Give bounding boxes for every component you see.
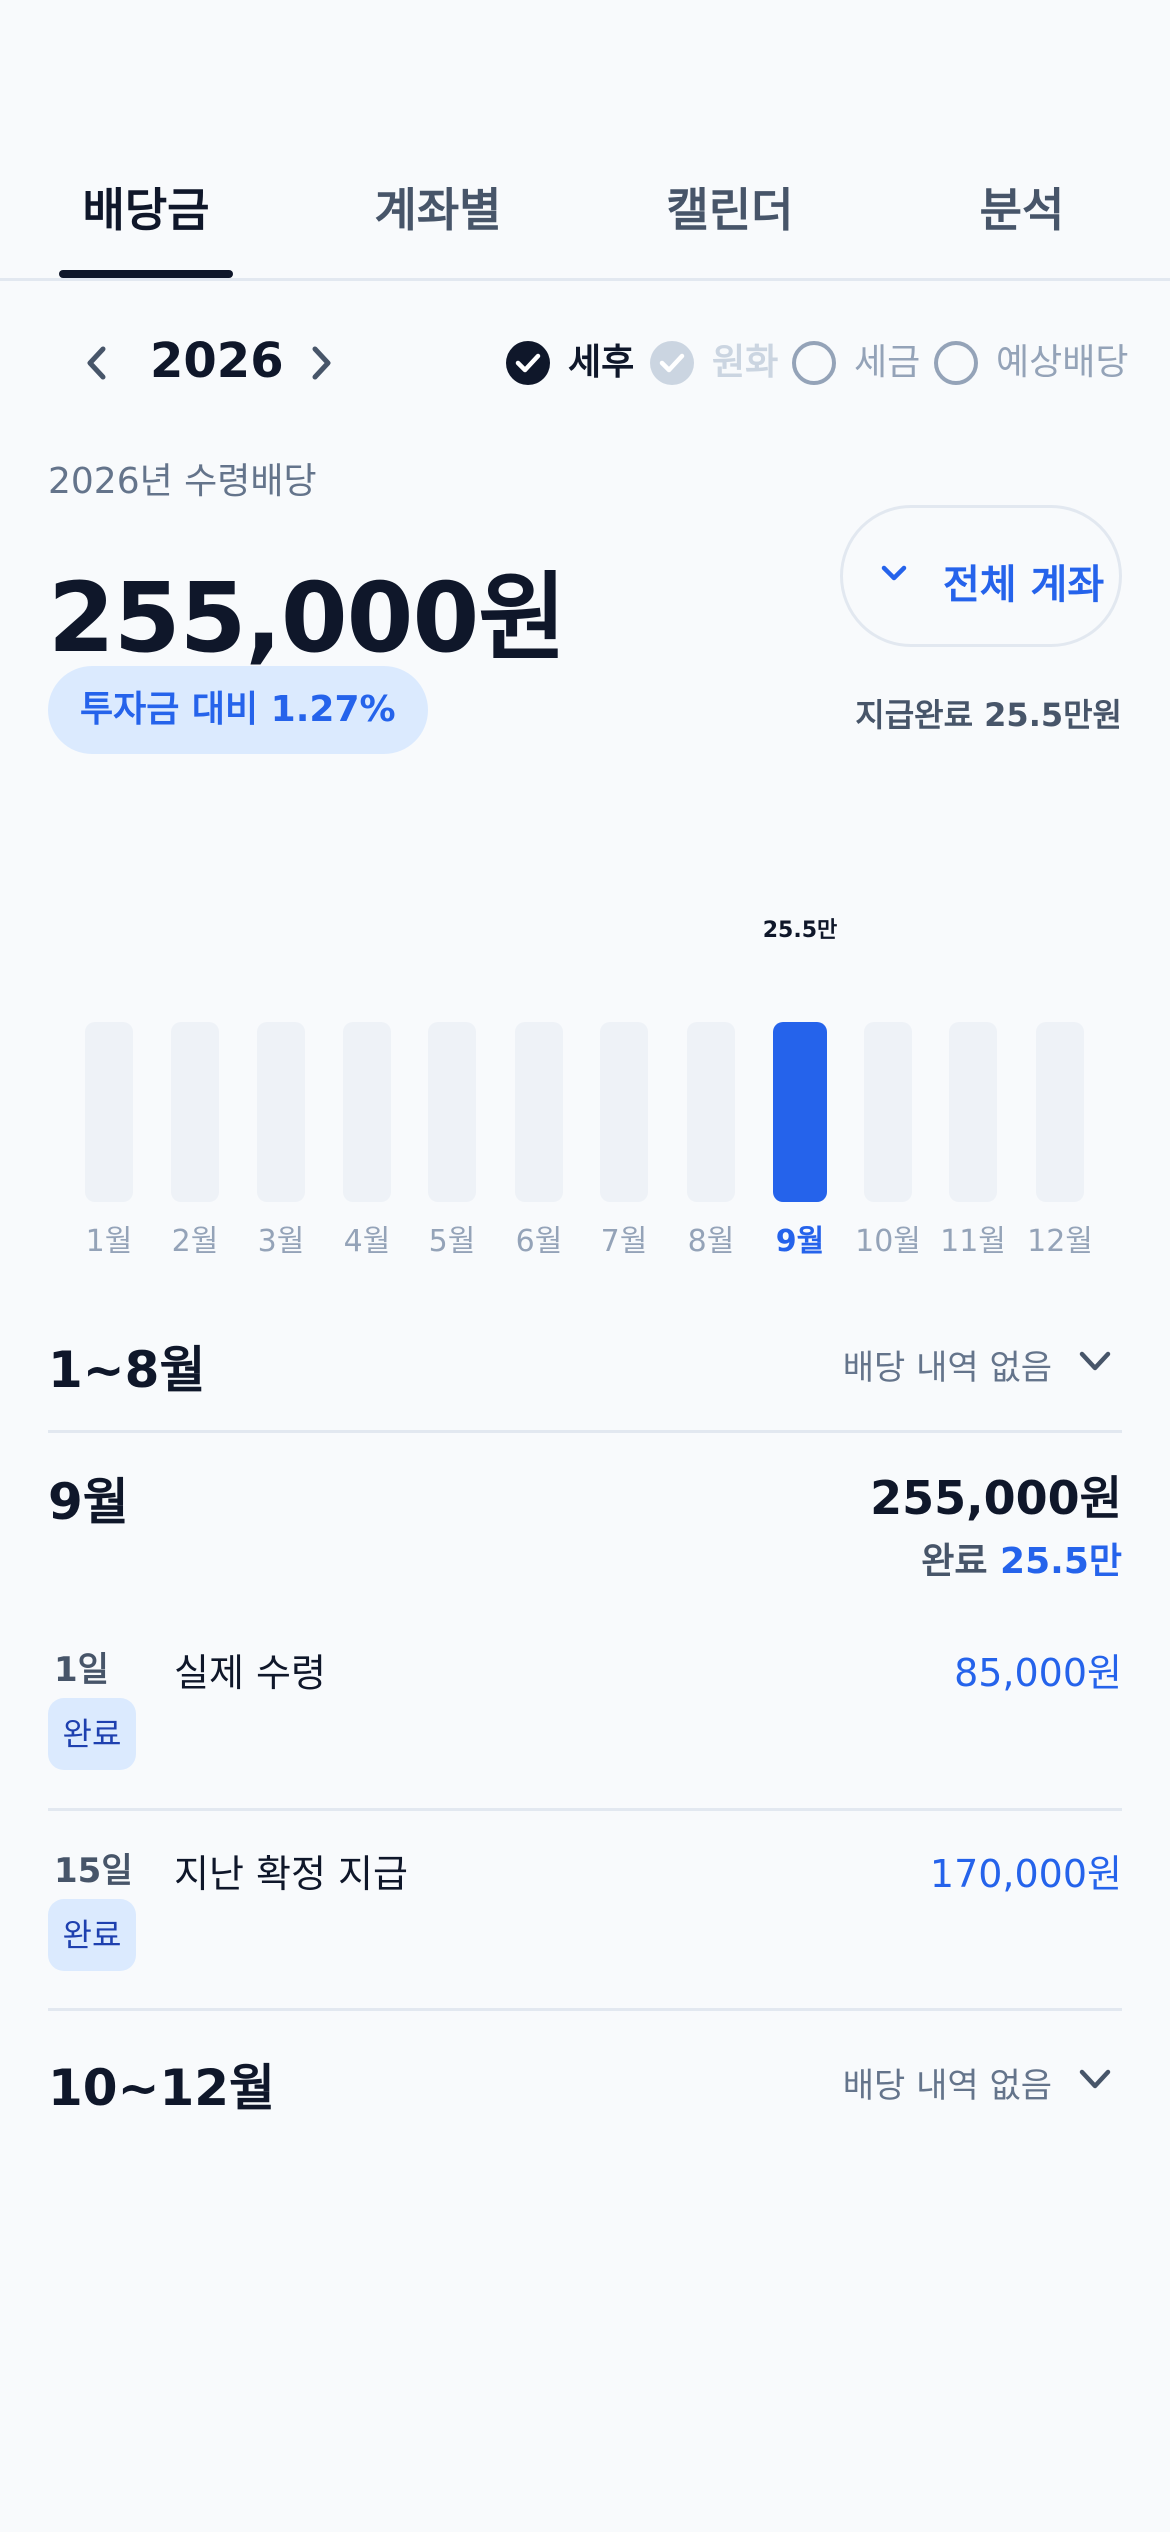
check-circle-icon — [650, 341, 694, 385]
complete-value: 25.5만 — [1000, 1541, 1122, 1582]
chart-month-label-2: 2월 — [171, 1224, 219, 1259]
total-dividend-amount: 255,000원 — [48, 562, 567, 674]
chart-month-label-5: 5월 — [428, 1224, 476, 1259]
chart-bar-11[interactable] — [949, 1022, 997, 1202]
paid-complete-text: 지급완료 25.5만원 — [855, 696, 1122, 734]
divider — [48, 2008, 1122, 2011]
investment-ratio-badge: 투자금 대비 1.27% — [48, 666, 428, 754]
empty-circle-icon — [934, 341, 978, 385]
chart-month-label-6: 6월 — [515, 1224, 563, 1259]
entry-day: 1일 — [54, 1650, 109, 1690]
received-dividend-label: 2026년 수령배당 — [48, 461, 317, 502]
year-label: 2026 — [150, 333, 284, 389]
no-dividend-text: 배당 내역 없음 — [842, 2066, 1052, 2106]
chart-month-label-7: 7월 — [600, 1224, 648, 1259]
dividend-page: 배당금 계좌별 캘린더 분석 2026 세후 원화 세금 예상배당 2026년 … — [0, 0, 1170, 2532]
chart-bar-7[interactable] — [600, 1022, 648, 1202]
chart-bar-4[interactable] — [343, 1022, 391, 1202]
tax-label: 세금 — [854, 342, 921, 383]
empty-circle-icon — [792, 341, 836, 385]
entry-amount: 170,000원 — [929, 1852, 1122, 1896]
chart-month-label-4: 4월 — [343, 1224, 391, 1259]
tab-dividend[interactable]: 배당금 — [0, 165, 292, 255]
entry-description: 실제 수령 — [174, 1651, 326, 1695]
month-complete-summary: 완료 25.5만 — [921, 1532, 1122, 1584]
chevron-down-icon — [1079, 1351, 1111, 1371]
tab-by-account[interactable]: 계좌별 — [292, 165, 584, 255]
dividend-entry[interactable]: 1일 실제 수령 85,000원 완료 — [48, 1642, 1122, 1822]
tab-analysis[interactable]: 분석 — [876, 165, 1168, 255]
next-year-button[interactable] — [294, 337, 346, 389]
complete-label: 완료 — [921, 1541, 988, 1582]
prev-year-button[interactable] — [72, 337, 124, 389]
chart-month-label-12: 12월 — [1027, 1224, 1093, 1259]
chart-month-label-11: 11월 — [940, 1224, 1006, 1259]
chart-data-label-9: 25.5만 — [762, 918, 838, 943]
chart-bar-9[interactable] — [773, 1022, 827, 1202]
entry-amount: 85,000원 — [954, 1651, 1122, 1695]
account-filter-label: 전체 계좌 — [943, 562, 1105, 608]
divider — [48, 1430, 1122, 1433]
chevron-down-icon — [881, 565, 907, 581]
month-total-amount: 255,000원 — [870, 1471, 1122, 1525]
chart-bar-8[interactable] — [687, 1022, 735, 1202]
section-jan-aug[interactable]: 1~8월 배당 내역 없음 — [48, 1330, 1122, 1400]
tab-calendar[interactable]: 캘린더 — [584, 165, 876, 255]
check-circle-icon — [506, 341, 550, 385]
chart-bar-2[interactable] — [171, 1022, 219, 1202]
status-badge: 완료 — [48, 1899, 136, 1971]
month-title-sept: 9월 — [48, 1473, 129, 1531]
chevron-right-icon — [312, 346, 331, 380]
section-oct-dec[interactable]: 10~12월 배당 내역 없음 — [48, 2048, 1122, 2118]
chart-month-label-9: 9월 — [775, 1224, 825, 1259]
chart-month-label-3: 3월 — [257, 1224, 305, 1259]
account-filter-button[interactable]: 전체 계좌 — [840, 505, 1122, 647]
dividend-entry[interactable]: 15일 지난 확정 지급 170,000원 완료 — [48, 1843, 1122, 2023]
section-title: 1~8월 — [48, 1341, 206, 1399]
active-tab-indicator — [59, 270, 233, 278]
after-tax-label: 세후 — [568, 342, 635, 383]
chart-month-label-10: 10월 — [855, 1224, 921, 1259]
tab-bar: 배당금 계좌별 캘린더 분석 — [0, 165, 1170, 281]
section-title: 10~12월 — [48, 2059, 276, 2117]
krw-label: 원화 — [712, 342, 779, 383]
chart-bar-5[interactable] — [428, 1022, 476, 1202]
chart-month-label-8: 8월 — [687, 1224, 735, 1259]
chart-month-label-1: 1월 — [85, 1224, 133, 1259]
year-filter-row: 2026 세후 원화 세금 예상배당 — [0, 325, 1170, 405]
entry-description: 지난 확정 지급 — [174, 1852, 408, 1896]
status-badge: 완료 — [48, 1698, 136, 1770]
chart-bar-10[interactable] — [864, 1022, 912, 1202]
chart-bar-6[interactable] — [515, 1022, 563, 1202]
chevron-down-icon — [1079, 2069, 1111, 2089]
chart-bar-12[interactable] — [1036, 1022, 1084, 1202]
chart-bar-3[interactable] — [257, 1022, 305, 1202]
no-dividend-text: 배당 내역 없음 — [842, 1348, 1052, 1388]
expected-dividend-label: 예상배당 — [996, 342, 1129, 383]
chevron-left-icon — [87, 346, 106, 380]
monthly-dividend-chart: 1월 2월 3월 4월 5월 6월 7월 8월 9월 25.5만 10월 11월 12월 — [0, 880, 1170, 1260]
entry-day: 15일 — [54, 1851, 133, 1891]
divider — [48, 1808, 1122, 1811]
chart-bar-1[interactable] — [85, 1022, 133, 1202]
